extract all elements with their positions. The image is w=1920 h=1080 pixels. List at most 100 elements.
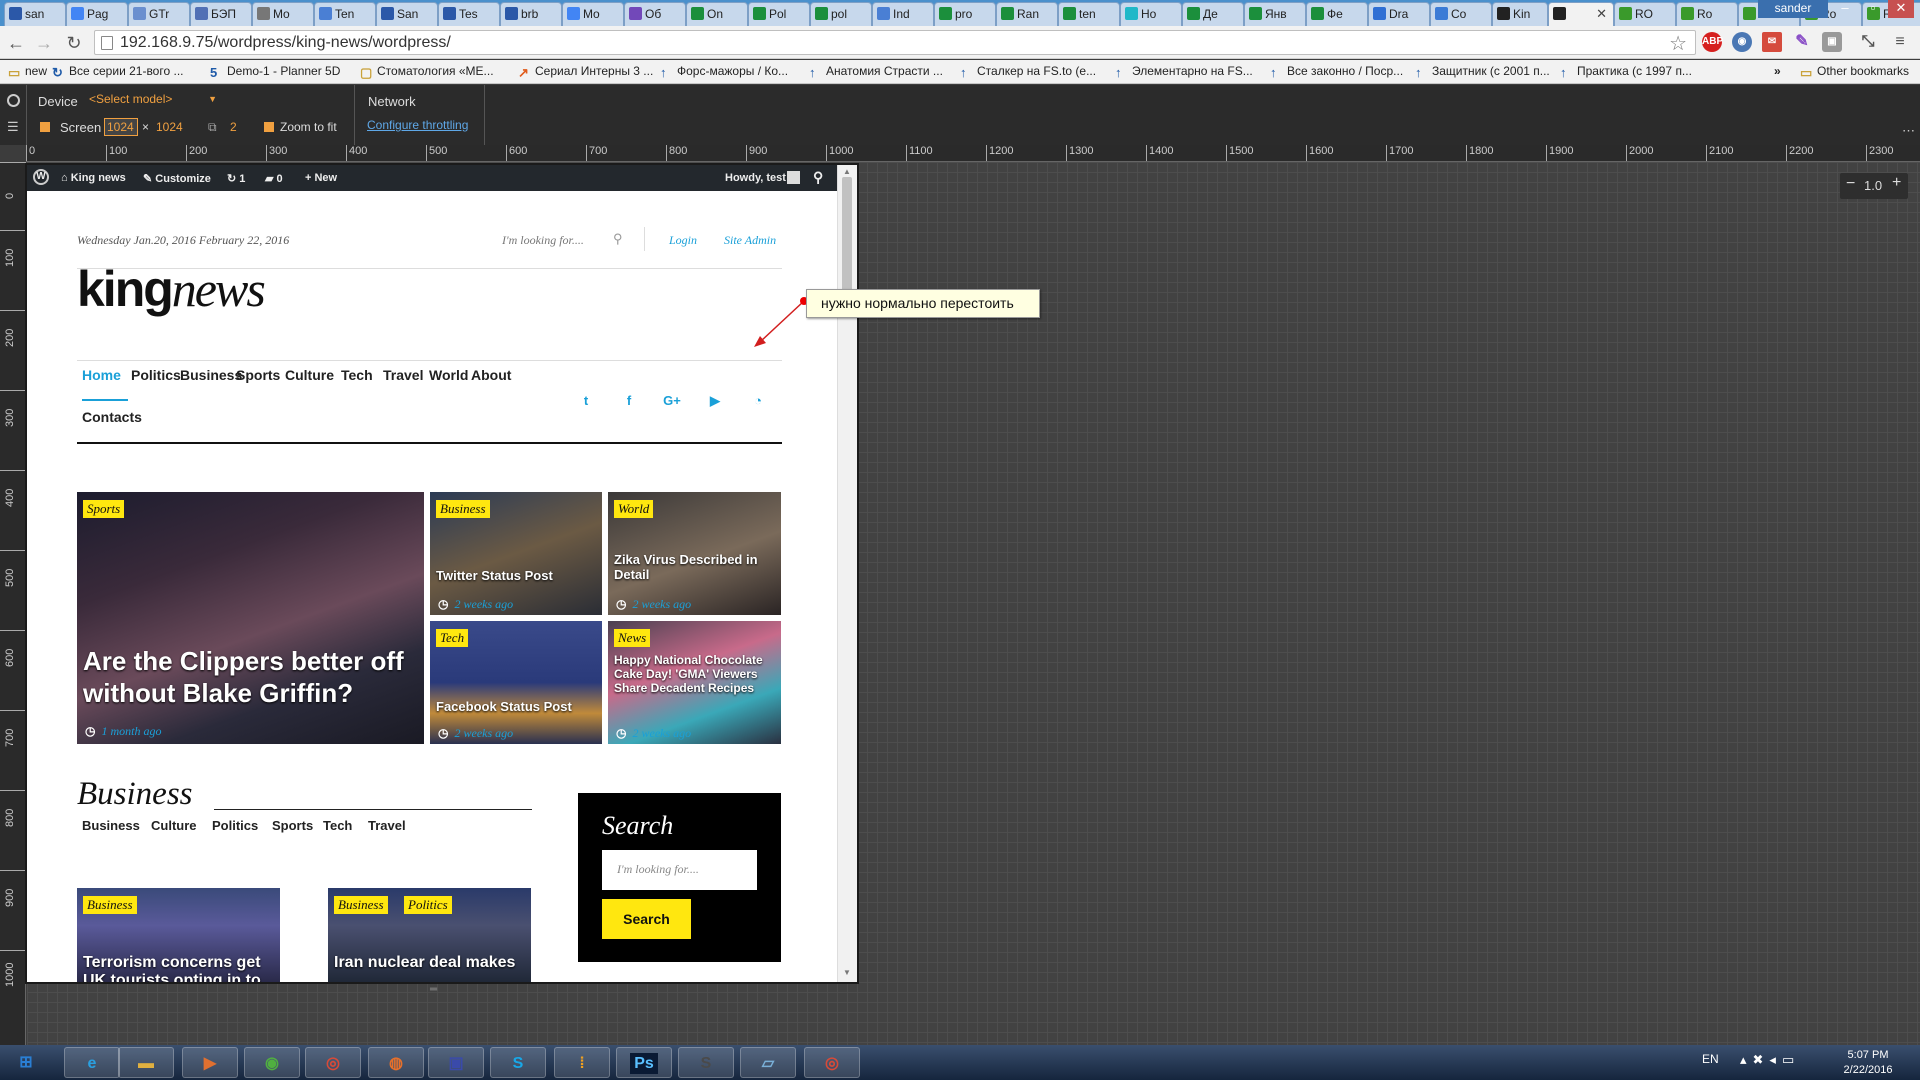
featured-post[interactable]: Tech Facebook Status Post ◷ 2 weeks ago bbox=[430, 621, 602, 744]
nav-item-home[interactable]: Home bbox=[82, 367, 121, 383]
featured-title[interactable]: Are the Clippers better off without Blak… bbox=[83, 645, 416, 709]
firefox-icon[interactable]: ◍ bbox=[368, 1047, 424, 1078]
youtube-icon[interactable]: ▶ bbox=[705, 393, 725, 409]
tab-24[interactable]: Kin bbox=[1492, 2, 1548, 26]
nav-item-about[interactable]: About bbox=[471, 367, 511, 383]
zoom-to-fit-checkbox[interactable] bbox=[264, 122, 274, 132]
system-clock[interactable]: 5:07 PM 2/22/2016 bbox=[1822, 1048, 1914, 1078]
close-icon[interactable]: ✕ bbox=[1596, 6, 1607, 22]
featured-title[interactable]: Facebook Status Post bbox=[436, 699, 594, 714]
tab-10[interactable]: Об bbox=[624, 2, 686, 26]
tab-3[interactable]: БЭП bbox=[190, 2, 252, 26]
device-model-select[interactable]: <Select model> ▼ bbox=[89, 92, 223, 110]
tab-12[interactable]: Pol bbox=[748, 2, 810, 26]
bookmark-item[interactable]: ↑ Форс-мажоры / Ко... bbox=[660, 64, 788, 79]
configure-throttling-link[interactable]: Configure throttling bbox=[367, 118, 468, 132]
admin-comments-link[interactable]: ▰ 0 bbox=[265, 172, 283, 185]
category-badge[interactable]: News bbox=[614, 629, 651, 647]
nav-item-tech[interactable]: Tech bbox=[341, 367, 373, 383]
bookmark-item[interactable]: ↑ Элементарно на FS... bbox=[1115, 64, 1253, 79]
twitter-icon[interactable]: t bbox=[576, 393, 596, 408]
tab-5[interactable]: Ten bbox=[314, 2, 376, 26]
scrollbar-thumb[interactable] bbox=[842, 177, 852, 297]
screen-width-input[interactable]: 1024 bbox=[104, 118, 138, 136]
tab-26[interactable]: RO bbox=[1614, 2, 1676, 26]
tab-6[interactable]: San bbox=[376, 2, 438, 26]
scroll-up-icon[interactable]: ▲ bbox=[843, 167, 851, 176]
back-icon[interactable]: ← bbox=[4, 31, 28, 55]
nav-item-world[interactable]: World bbox=[429, 367, 468, 383]
nav-item-culture[interactable]: Culture bbox=[285, 367, 334, 383]
login-link[interactable]: Login bbox=[669, 233, 697, 248]
tab-18[interactable]: Ho bbox=[1120, 2, 1182, 26]
post-card[interactable]: Business Politics Iran nuclear deal makes bbox=[328, 888, 531, 982]
tab-27[interactable]: Ro bbox=[1676, 2, 1738, 26]
tab-16[interactable]: Ran bbox=[996, 2, 1058, 26]
featured-title[interactable]: Twitter Status Post bbox=[436, 568, 594, 583]
annotation-note[interactable]: нужно нормально перестоить bbox=[806, 289, 1040, 318]
tab-20[interactable]: Янв bbox=[1244, 2, 1306, 26]
avatar[interactable] bbox=[787, 171, 800, 184]
language-indicator[interactable]: EN bbox=[1702, 1052, 1719, 1066]
no-entry-icon[interactable] bbox=[7, 94, 20, 107]
featured-title[interactable]: Happy National Chocolate Cake Day! 'GMA'… bbox=[614, 653, 773, 695]
scroll-down-icon[interactable]: ▼ bbox=[843, 968, 851, 977]
bookmark-item[interactable]: ↑ Все законно / Поср... bbox=[1270, 64, 1403, 79]
section-tab-sports[interactable]: Sports bbox=[272, 818, 313, 833]
maximize-button[interactable]: ▫ bbox=[1860, 0, 1886, 18]
profile-name[interactable]: sander bbox=[1758, 0, 1828, 18]
post-title[interactable]: Terrorism concerns get UK tourists optin… bbox=[83, 954, 280, 982]
resize-icon[interactable]: ⤡ bbox=[1858, 32, 1878, 52]
chrome2-icon[interactable]: ◎ bbox=[804, 1047, 860, 1078]
save-icon[interactable]: ▣ bbox=[428, 1047, 484, 1078]
search-widget-input[interactable]: I'm looking for.... bbox=[602, 850, 757, 890]
abp-icon[interactable]: ABP bbox=[1702, 32, 1723, 52]
category-badge[interactable]: Business bbox=[83, 896, 137, 914]
tab-8[interactable]: brb bbox=[500, 2, 562, 26]
puzzle-icon[interactable]: ▣ bbox=[1822, 32, 1842, 52]
screen-height-input[interactable]: 1024 bbox=[156, 120, 183, 134]
minimize-button[interactable]: – bbox=[1832, 0, 1858, 18]
search-widget-button[interactable]: Search bbox=[602, 899, 691, 939]
resize-handle-bottom[interactable]: ═ bbox=[430, 984, 437, 995]
bookmark-item[interactable]: 5 Demo-1 - Planner 5D bbox=[210, 64, 340, 79]
tray-icons[interactable]: ▴✖◂▭ bbox=[1740, 1052, 1800, 1068]
menu-icon[interactable]: ≡ bbox=[1890, 32, 1910, 52]
skype-icon[interactable]: S bbox=[490, 1047, 546, 1078]
post-card[interactable]: Business Terrorism concerns get UK touris… bbox=[77, 888, 280, 982]
gmail-icon[interactable]: ✉ bbox=[1762, 32, 1782, 52]
media-icon[interactable]: ▶ bbox=[182, 1047, 238, 1078]
google-plus-icon[interactable]: G+ bbox=[662, 393, 682, 408]
nav-item-contacts[interactable]: Contacts bbox=[82, 409, 142, 425]
site-admin-link[interactable]: Site Admin bbox=[724, 233, 776, 248]
drawer-icon[interactable]: ☰ bbox=[7, 119, 19, 135]
tab-23[interactable]: Co bbox=[1430, 2, 1492, 26]
wordpress-icon[interactable]: W bbox=[33, 169, 49, 185]
bookmarks-more[interactable]: » bbox=[1774, 64, 1781, 78]
tab-1[interactable]: Pag bbox=[66, 2, 128, 26]
featured-post[interactable]: News Happy National Chocolate Cake Day! '… bbox=[608, 621, 781, 744]
site-logo[interactable]: kingnews bbox=[77, 260, 266, 318]
tab-17[interactable]: ten bbox=[1058, 2, 1120, 26]
featured-post[interactable]: Sports Are the Clippers better off withou… bbox=[77, 492, 424, 744]
category-badge[interactable]: World bbox=[614, 500, 654, 518]
bookmark-item[interactable]: ↻ Все серии 21-вого ... bbox=[52, 64, 183, 79]
tab-4[interactable]: Mo bbox=[252, 2, 314, 26]
admin-search-icon[interactable]: ⚲ bbox=[813, 169, 823, 186]
dpr-input[interactable]: 2 bbox=[230, 120, 237, 134]
category-badge[interactable]: Tech bbox=[436, 629, 469, 647]
viewport-scrollbar[interactable]: ▲ ▼ bbox=[837, 165, 857, 982]
bookmark-item[interactable]: ▢ Стоматология «МЕ... bbox=[360, 64, 494, 79]
search-icon[interactable]: ⚲ bbox=[613, 231, 623, 247]
tab-0[interactable]: san bbox=[4, 2, 66, 26]
rss-icon[interactable]: ◔ bbox=[748, 393, 768, 408]
nav-item-politics[interactable]: Politics bbox=[131, 367, 181, 383]
other-bookmarks[interactable]: ▭ Other bookmarks bbox=[1800, 64, 1909, 79]
nav-item-travel[interactable]: Travel bbox=[383, 367, 423, 383]
notepad-icon[interactable]: ▱ bbox=[740, 1047, 796, 1078]
disk-icon[interactable]: ◉ bbox=[244, 1047, 300, 1078]
globe-icon[interactable]: ◉ bbox=[1732, 32, 1752, 52]
tab-7[interactable]: Tes bbox=[438, 2, 500, 26]
explorer-icon[interactable]: ▬ bbox=[118, 1047, 174, 1078]
slides-app-icon[interactable]: ⁞ bbox=[554, 1047, 610, 1078]
